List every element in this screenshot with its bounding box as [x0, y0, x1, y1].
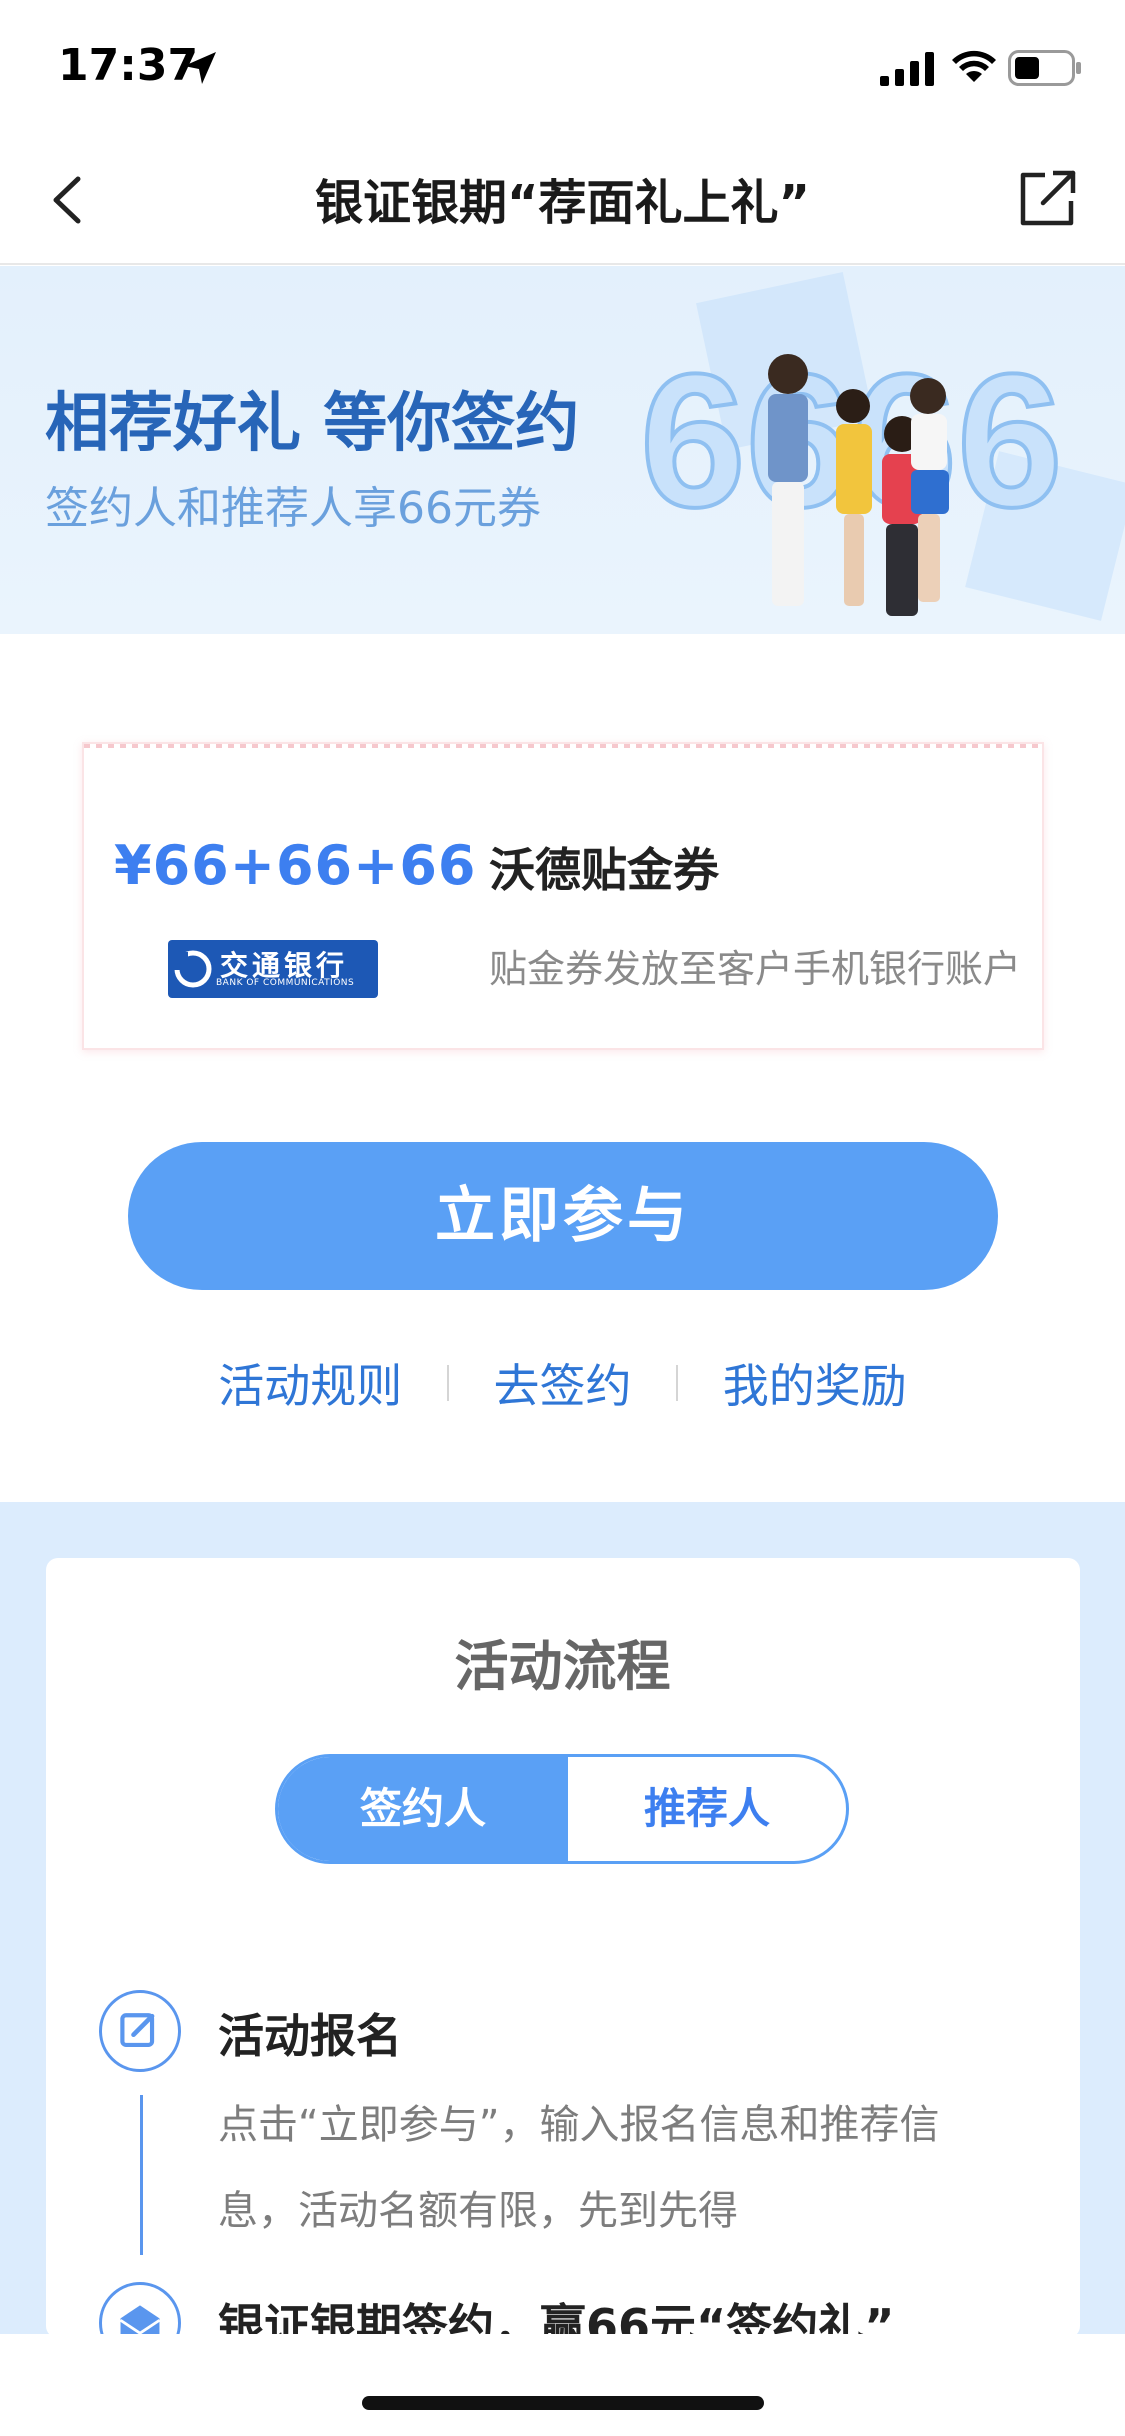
- rewards-link[interactable]: 我的奖励: [723, 1350, 907, 1416]
- banner-subtitle: 签约人和推荐人享66元券: [45, 483, 541, 534]
- coupon-card: ¥66+66+66 交通银行 BANK OF COMMUNICATIONS 沃德…: [82, 742, 1044, 1050]
- link-divider: [676, 1365, 679, 1401]
- coupon-amount: ¥66+66+66: [114, 834, 477, 897]
- status-bar: 17:37: [0, 0, 1125, 135]
- step-1-title: 活动报名: [218, 2009, 402, 2063]
- bottom-safe-area: [0, 2334, 1125, 2436]
- tab-referrer[interactable]: 推荐人: [568, 1757, 846, 1861]
- wifi-icon: [952, 50, 996, 82]
- edit-icon: [120, 2013, 155, 2047]
- rules-link[interactable]: 活动规则: [218, 1350, 402, 1416]
- location-arrow-icon: [184, 52, 216, 84]
- role-toggle: 签约人 推荐人: [275, 1754, 849, 1864]
- promo-banner[interactable]: 相荐好礼 等你签约 签约人和推荐人享66元券 6666: [0, 266, 1125, 634]
- cellular-signal-icon: [880, 52, 934, 86]
- battery-icon: [1008, 50, 1081, 86]
- bank-logo-mark-icon: [174, 950, 212, 988]
- banner-title: 相荐好礼 等你签约: [45, 387, 580, 461]
- step-1-badge: [99, 1990, 181, 2072]
- step-1-description: 点击“立即参与”，输入报名信息和推荐信息，活动名额有限，先到先得: [218, 2102, 940, 2234]
- link-divider: [446, 1365, 449, 1401]
- nav-bar: 银证银期“荐面礼上礼”: [0, 135, 1125, 265]
- join-now-button[interactable]: 立即参与: [128, 1142, 998, 1290]
- home-indicator[interactable]: [362, 2396, 764, 2410]
- share-icon[interactable]: [1015, 167, 1079, 231]
- action-links: 活动规则 去签约 我的奖励: [0, 1350, 1125, 1420]
- status-time: 17:37: [58, 40, 199, 91]
- coupon-description: 贴金券发放至客户手机银行账户: [489, 947, 1022, 991]
- coupon-name: 沃德贴金券: [489, 843, 719, 897]
- bank-logo: 交通银行 BANK OF COMMUNICATIONS: [168, 940, 378, 998]
- process-title: 活动流程: [454, 1635, 671, 1698]
- sign-link[interactable]: 去签约: [494, 1350, 632, 1416]
- bank-logo-en: BANK OF COMMUNICATIONS: [216, 978, 355, 988]
- banner-people-illustration: 6666: [638, 272, 1125, 621]
- tab-signer[interactable]: 签约人: [278, 1757, 568, 1861]
- page-title: 银证银期“荐面礼上礼”: [314, 175, 811, 231]
- step-connector: [140, 2095, 143, 2255]
- back-chevron-icon[interactable]: [44, 165, 94, 235]
